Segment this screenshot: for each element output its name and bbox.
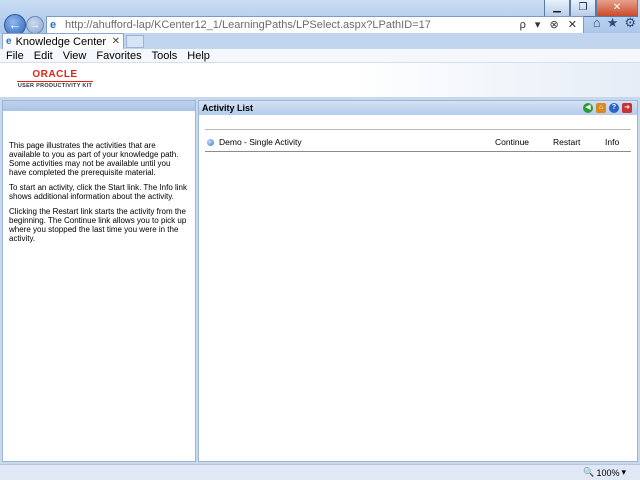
zoom-control[interactable]: 🔍 100% ▾ (583, 467, 626, 478)
address-path: /KCenter12_1/LearningPaths/LPSelect.aspx… (151, 19, 431, 31)
ie-tab-icon: e (6, 36, 12, 47)
home-icon[interactable]: ⌂ (593, 15, 601, 31)
info-panel-text: This page illustrates the activities tha… (3, 111, 195, 243)
tab-knowledge-center[interactable]: e Knowledge Center ✕ (2, 33, 124, 49)
activity-table-top-border (205, 129, 631, 130)
activity-list-icons: ◀ ⌂ ? ➜ (583, 103, 632, 113)
info-panel-header (3, 101, 195, 111)
logo-brand: ORACLE (17, 69, 93, 82)
logo-product: USER PRODUCTIVITY KIT (17, 83, 93, 89)
activity-bullet-icon (207, 138, 214, 146)
zoom-level: 100% (596, 467, 620, 478)
ie-page-icon: e (50, 19, 57, 31)
continue-link[interactable]: Continue (495, 137, 529, 147)
menu-bar: File Edit View Favorites Tools Help (0, 49, 640, 63)
zoom-icon: 🔍 (583, 467, 595, 477)
settings-gear-icon[interactable]: ⚙ (624, 15, 636, 31)
address-tools[interactable]: ρ ▾ ⊗ ✕ (520, 18, 580, 31)
info-link[interactable]: Info (605, 137, 619, 147)
status-bar: 🔍 100% ▾ (0, 464, 640, 480)
menu-help[interactable]: Help (187, 50, 210, 62)
activity-list-title: Activity List (202, 103, 254, 113)
restart-link[interactable]: Restart (553, 137, 580, 147)
info-paragraph-2: To start an activity, click the Start li… (9, 183, 187, 201)
exit-icon[interactable]: ➜ (622, 103, 632, 113)
tab-close-icon[interactable]: ✕ (112, 36, 120, 47)
activity-row: Demo - Single Activity Continue Restart … (205, 133, 631, 151)
menu-tools[interactable]: Tools (152, 50, 178, 62)
oracle-upk-logo: ORACLE USER PRODUCTIVITY KIT (17, 69, 93, 89)
favorites-star-icon[interactable]: ★ (607, 15, 619, 31)
browser-titlebar: ▁ ❐ ✕ ← → e http://ahufford-lap/KCenter1… (0, 0, 640, 36)
address-bar[interactable]: e http://ahufford-lap/KCenter12_1/Learni… (46, 16, 584, 34)
activity-list-panel: Activity List ◀ ⌂ ? ➜ Demo - Single Acti… (198, 100, 638, 462)
help-icon[interactable]: ? (609, 103, 619, 113)
tab-title: Knowledge Center (15, 35, 107, 48)
forward-button[interactable]: → (26, 16, 44, 34)
new-tab-button[interactable] (126, 35, 144, 48)
back-arrow-icon[interactable]: ◀ (583, 103, 593, 113)
activity-list-header: Activity List ◀ ⌂ ? ➜ (199, 101, 637, 115)
activity-table-bottom-border (205, 151, 631, 152)
menu-view[interactable]: View (63, 50, 87, 62)
header-banner: ORACLE USER PRODUCTIVITY KIT (0, 63, 640, 97)
chevron-down-icon: ▾ (621, 467, 626, 477)
menu-edit[interactable]: Edit (34, 50, 53, 62)
address-host: http://ahufford-lap (65, 19, 152, 31)
tab-row: e Knowledge Center ✕ (0, 33, 640, 49)
info-paragraph-3: Clicking the Restart link starts the act… (9, 207, 187, 243)
menu-file[interactable]: File (6, 50, 24, 62)
page-content: ORACLE USER PRODUCTIVITY KIT This page i… (0, 63, 640, 464)
info-panel: This page illustrates the activities tha… (2, 100, 196, 462)
content-frame: This page illustrates the activities tha… (0, 98, 640, 464)
browser-tool-icons: ⌂ ★ ⚙ (593, 15, 636, 31)
menu-favorites[interactable]: Favorites (96, 50, 141, 62)
home-icon[interactable]: ⌂ (596, 103, 606, 113)
minimize-button[interactable]: ▁ (544, 0, 570, 17)
info-paragraph-1: This page illustrates the activities tha… (9, 141, 179, 177)
address-url[interactable]: http://ahufford-lap/KCenter12_1/Learning… (65, 19, 431, 31)
